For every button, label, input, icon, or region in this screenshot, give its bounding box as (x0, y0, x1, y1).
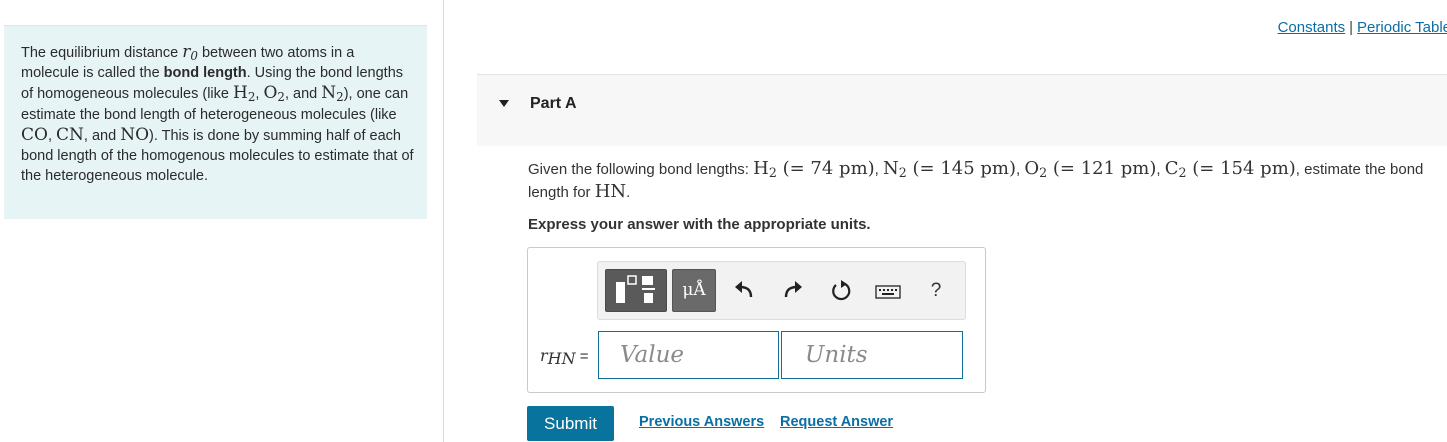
n2-bond: N2 (= 145 pm) (883, 158, 1017, 180)
undo-icon[interactable] (731, 278, 757, 304)
answer-instruction: Express your answer with the appropriate… (528, 216, 871, 233)
n2-formula: N2 (321, 83, 344, 105)
hn-formula: HN (594, 181, 627, 202)
keyboard-icon[interactable] (874, 278, 902, 304)
o2-bond: O2 (= 121 pm) (1024, 158, 1157, 180)
request-answer-link[interactable]: Request Answer (780, 414, 893, 430)
h2-formula: H2 (232, 83, 256, 105)
question-text: Given the following bond lengths: H2 (= … (528, 158, 1424, 202)
units-input[interactable] (781, 331, 963, 379)
intro-panel: The equilibrium distance r0 between two … (4, 26, 427, 219)
c2-bond: C2 (= 154 pm) (1164, 158, 1296, 180)
part-header[interactable] (477, 74, 1447, 146)
cn-formula: CN (56, 124, 84, 145)
collapse-caret-icon[interactable] (499, 100, 509, 107)
no-formula: NO (120, 124, 149, 145)
templates-button[interactable] (605, 269, 667, 312)
submit-button[interactable]: Submit (527, 406, 614, 441)
intro-text-part: The equilibrium distance (21, 45, 183, 61)
bond-length-term: bond length (163, 65, 247, 82)
h2-bond: H2 (= 74 pm) (753, 158, 875, 180)
periodic-table-link[interactable]: Periodic Table (1357, 19, 1447, 36)
value-input[interactable] (598, 331, 779, 379)
link-separator: | (1349, 19, 1354, 36)
column-divider (443, 0, 444, 442)
previous-answers-link[interactable]: Previous Answers (639, 414, 764, 430)
co-formula: CO (21, 124, 48, 145)
templates-icon (616, 275, 655, 303)
o2-formula: O2 (263, 83, 285, 105)
reset-icon[interactable] (828, 278, 854, 304)
help-icon[interactable]: ? (926, 278, 946, 304)
units-button[interactable]: μÅ (672, 269, 716, 312)
intro-text: The equilibrium distance r0 between two … (21, 42, 414, 185)
redo-icon[interactable] (780, 278, 806, 304)
resource-links: Constants | Periodic Table (1278, 19, 1447, 36)
r0-symbol: r0 (182, 42, 198, 63)
constants-link[interactable]: Constants (1278, 19, 1346, 36)
variable-label: rHN = (540, 346, 589, 368)
part-title: Part A (530, 95, 577, 112)
